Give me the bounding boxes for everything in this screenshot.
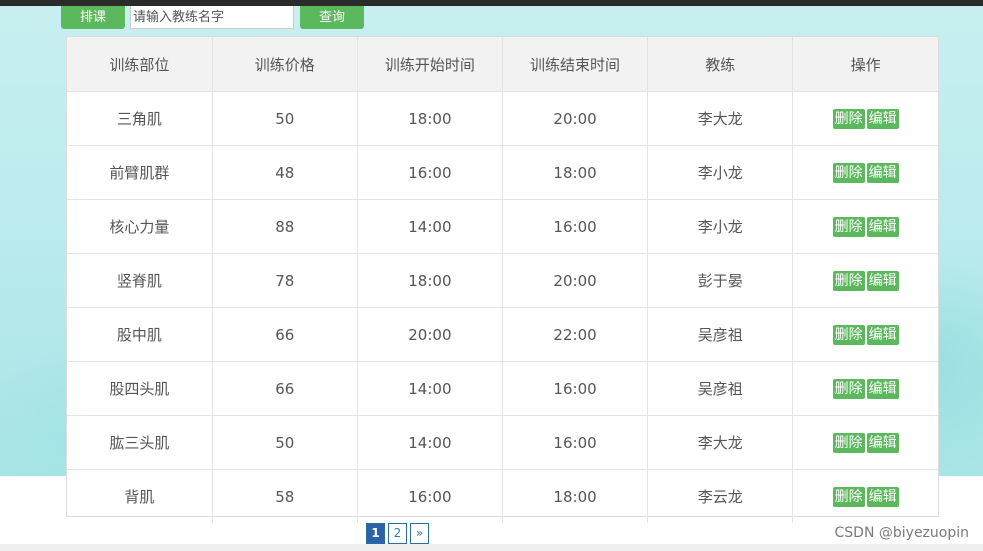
table-row: 核心力量 88 14:00 16:00 李小龙 删除 编辑 [67, 199, 938, 254]
cell-coach: 吴彦祖 [647, 361, 794, 416]
cell-price: 50 [211, 91, 358, 146]
training-table-container: 训练部位 训练价格 训练开始时间 训练结束时间 教练 操作 三角肌 50 18:… [66, 36, 939, 523]
cell-actions: 删除 编辑 [792, 199, 938, 254]
edit-button[interactable]: 编辑 [866, 162, 899, 183]
cell-price: 66 [211, 361, 358, 416]
table-row: 前臂肌群 48 16:00 18:00 李小龙 删除 编辑 [67, 145, 938, 200]
cell-price: 50 [211, 415, 358, 470]
cell-start-time: 18:00 [356, 91, 503, 146]
cell-coach: 彭于晏 [647, 253, 794, 308]
delete-button[interactable]: 删除 [832, 486, 865, 507]
cell-end-time: 16:00 [501, 199, 649, 254]
cell-part: 前臂肌群 [67, 145, 213, 200]
cell-part: 核心力量 [67, 199, 213, 254]
cell-end-time: 16:00 [501, 361, 649, 416]
cell-price: 88 [211, 199, 358, 254]
cell-actions: 删除 编辑 [792, 469, 938, 523]
schedule-button[interactable]: 排课 [61, 6, 125, 29]
cell-coach: 李云龙 [647, 469, 794, 523]
table-row: 股中肌 66 20:00 22:00 吴彦祖 删除 编辑 [67, 307, 938, 362]
cell-actions: 删除 编辑 [792, 307, 938, 362]
cell-price: 66 [211, 307, 358, 362]
edit-button[interactable]: 编辑 [866, 432, 899, 453]
cell-start-time: 16:00 [356, 145, 503, 200]
cell-end-time: 20:00 [501, 253, 649, 308]
cell-end-time: 22:00 [501, 307, 649, 362]
cell-part: 股四头肌 [67, 361, 213, 416]
cell-price: 78 [211, 253, 358, 308]
edit-button[interactable]: 编辑 [866, 216, 899, 237]
table-row: 股四头肌 66 14:00 16:00 吴彦祖 删除 编辑 [67, 361, 938, 416]
cell-part: 肱三头肌 [67, 415, 213, 470]
cell-coach: 李大龙 [647, 415, 794, 470]
coach-search-input[interactable] [130, 6, 294, 29]
cell-end-time: 18:00 [501, 145, 649, 200]
edit-button[interactable]: 编辑 [866, 378, 899, 399]
cell-start-time: 20:00 [356, 307, 503, 362]
cell-actions: 删除 编辑 [792, 253, 938, 308]
cell-part: 竖脊肌 [67, 253, 213, 308]
header-price: 训练价格 [211, 37, 358, 92]
table-row: 背肌 58 16:00 18:00 李云龙 删除 编辑 [67, 469, 938, 523]
cell-actions: 删除 编辑 [792, 145, 938, 200]
cell-price: 58 [211, 469, 358, 523]
pagination: 1 2 » [366, 523, 432, 545]
cell-start-time: 18:00 [356, 253, 503, 308]
cell-actions: 删除 编辑 [792, 91, 938, 146]
cell-start-time: 14:00 [356, 361, 503, 416]
edit-button[interactable]: 编辑 [866, 108, 899, 129]
cell-actions: 删除 编辑 [792, 415, 938, 470]
edit-button[interactable]: 编辑 [866, 486, 899, 507]
cell-coach: 李大龙 [647, 91, 794, 146]
delete-button[interactable]: 删除 [832, 324, 865, 345]
table-row: 三角肌 50 18:00 20:00 李大龙 删除 编辑 [67, 91, 938, 146]
watermark: CSDN @biyezuopin [834, 525, 969, 541]
cell-start-time: 14:00 [356, 199, 503, 254]
header-actions: 操作 [792, 37, 938, 92]
query-button[interactable]: 查询 [300, 6, 364, 29]
delete-button[interactable]: 删除 [832, 378, 865, 399]
table-row: 竖脊肌 78 18:00 20:00 彭于晏 删除 编辑 [67, 253, 938, 308]
cell-coach: 李小龙 [647, 199, 794, 254]
cell-coach: 吴彦祖 [647, 307, 794, 362]
cell-part: 背肌 [67, 469, 213, 523]
table-row: 肱三头肌 50 14:00 16:00 李大龙 删除 编辑 [67, 415, 938, 470]
header-part: 训练部位 [67, 37, 213, 92]
header-coach: 教练 [647, 37, 794, 92]
delete-button[interactable]: 删除 [832, 432, 865, 453]
delete-button[interactable]: 删除 [832, 162, 865, 183]
next-page-button[interactable]: » [410, 523, 429, 544]
header-start-time: 训练开始时间 [356, 37, 503, 92]
bottom-strip [0, 544, 983, 551]
cell-coach: 李小龙 [647, 145, 794, 200]
delete-button[interactable]: 删除 [832, 270, 865, 291]
edit-button[interactable]: 编辑 [866, 270, 899, 291]
cell-end-time: 20:00 [501, 91, 649, 146]
cell-actions: 删除 编辑 [792, 361, 938, 416]
delete-button[interactable]: 删除 [832, 216, 865, 237]
cell-end-time: 18:00 [501, 469, 649, 523]
header-end-time: 训练结束时间 [501, 37, 649, 92]
cell-part: 三角肌 [67, 91, 213, 146]
cell-part: 股中肌 [67, 307, 213, 362]
cell-end-time: 16:00 [501, 415, 649, 470]
page-1-button[interactable]: 1 [366, 523, 385, 544]
training-table: 训练部位 训练价格 训练开始时间 训练结束时间 教练 操作 三角肌 50 18:… [67, 37, 938, 523]
cell-price: 48 [211, 145, 358, 200]
page-2-button[interactable]: 2 [388, 523, 407, 544]
table-header-row: 训练部位 训练价格 训练开始时间 训练结束时间 教练 操作 [67, 37, 938, 92]
delete-button[interactable]: 删除 [832, 108, 865, 129]
edit-button[interactable]: 编辑 [866, 324, 899, 345]
cell-start-time: 14:00 [356, 415, 503, 470]
cell-start-time: 16:00 [356, 469, 503, 523]
